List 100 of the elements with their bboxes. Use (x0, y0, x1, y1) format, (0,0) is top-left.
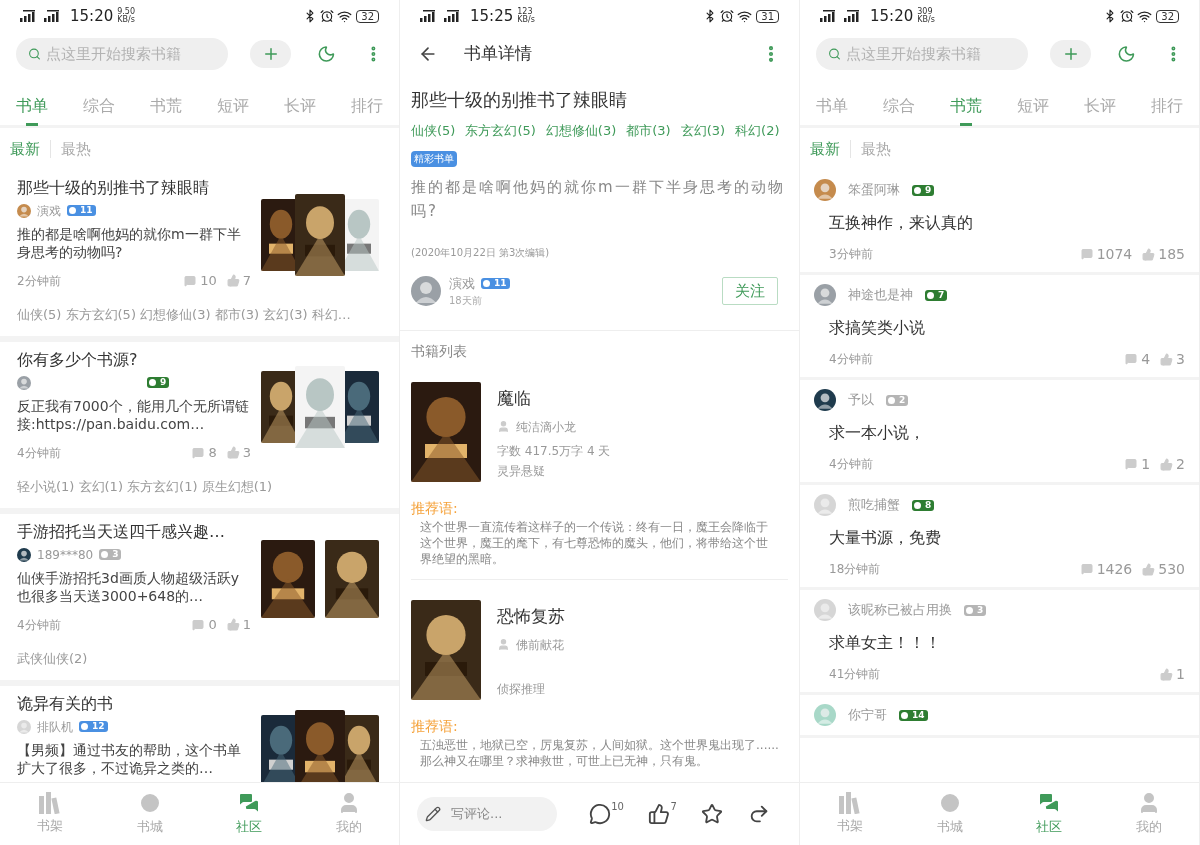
comment-icon (192, 446, 205, 459)
wifi-icon (1137, 8, 1153, 24)
night-mode-icon[interactable] (1117, 44, 1137, 64)
request-text[interactable]: 求一本小说， (814, 422, 1185, 444)
category-tab[interactable]: 书单 (816, 90, 848, 122)
post-body: 仙侠手游招托3d画质人物超级活跃y也很多当天送3000+648的… (17, 569, 241, 605)
post-time: 18分钟前 (829, 561, 881, 578)
tag-list: 武侠仙侠(2) (17, 648, 382, 668)
genre-tag[interactable]: 仙侠(5) (411, 121, 456, 141)
nav-tab[interactable]: 书架 (800, 783, 900, 845)
alarm-icon (1120, 9, 1135, 23)
comment-bar[interactable]: 写评论... (417, 797, 557, 831)
speed-unit: KB/s (917, 16, 935, 24)
follow-button[interactable]: 关注 (722, 276, 778, 305)
search-input[interactable]: 点这里开始搜索书籍 (846, 42, 1016, 66)
level-badge: 3 (964, 604, 987, 616)
author-name: 演戏 (37, 203, 61, 220)
add-button[interactable] (1050, 40, 1092, 68)
level-badge: 7 (925, 289, 948, 301)
like-count: 2 (1176, 454, 1185, 474)
nav-tab[interactable]: 书城 (99, 783, 200, 845)
sort-tab[interactable]: 最新 (10, 137, 40, 161)
comment-icon (1080, 563, 1093, 575)
network-speed: 9.50 (117, 8, 136, 16)
edit-note: (2020年10月22日 第3次编辑) (411, 245, 551, 260)
level-badge: 14 (899, 709, 928, 721)
category-tab[interactable]: 书荒 (150, 90, 182, 122)
genre-tag[interactable]: 科幻(2) (735, 121, 780, 141)
like-count: 530 (1158, 559, 1185, 579)
bookshelf-icon (837, 792, 862, 815)
book-author: 佛前献花 (516, 636, 564, 654)
search-input[interactable]: 点这里开始搜索书籍 (46, 42, 216, 66)
genre-tag[interactable]: 都市(3) (626, 121, 671, 141)
author-name: 排队机 (37, 719, 73, 736)
like-icon (226, 618, 240, 632)
post-title[interactable]: 手游招托当天送四千感兴趣… (17, 520, 251, 544)
booklist-description: 推的都是啥啊他妈的就你m一群下半身思考的动物吗? (411, 176, 786, 222)
book-genre: 灵异悬疑 (497, 462, 546, 480)
favorite-icon[interactable] (701, 803, 724, 825)
genre-tag[interactable]: 东方玄幻(5) (465, 121, 536, 141)
author-name: 煎吃捕蟹 (848, 496, 900, 515)
book-title[interactable]: 魔临 (497, 386, 611, 412)
request-text[interactable]: 大量书源，免费 (814, 527, 1185, 549)
author-icon (497, 420, 510, 433)
user-avatar (814, 599, 836, 621)
nav-tab[interactable]: 书城 (899, 783, 1000, 845)
user-avatar (411, 275, 441, 306)
book-title[interactable]: 恐怖复苏 (497, 604, 565, 630)
level-badge: 9 (912, 184, 935, 196)
level-badge: 9 (147, 377, 170, 388)
level-badge: 11 (67, 205, 96, 216)
sort-tab[interactable]: 最热 (61, 137, 91, 161)
sort-tab[interactable]: 最热 (861, 137, 891, 161)
category-tab[interactable]: 短评 (217, 90, 249, 122)
post-time: 4分钟前 (17, 616, 61, 634)
category-tab[interactable]: 短评 (1017, 90, 1049, 122)
nav-tab[interactable]: 社区 (199, 783, 300, 845)
comment-input[interactable]: 写评论... (451, 804, 541, 824)
like-icon (1160, 457, 1174, 471)
category-tab[interactable]: 排行 (1151, 90, 1183, 122)
post-body: 推的都是啥啊他妈的就你m一群下半身思考的动物吗? (17, 225, 242, 261)
comment-icon (1125, 458, 1138, 470)
user-avatar (814, 389, 836, 411)
like-count: 3 (242, 444, 251, 462)
category-tab[interactable]: 长评 (284, 90, 316, 122)
tag-list: 轻小说(1) 玄幻(1) 东方玄幻(1) 原生幻想(1) (17, 476, 382, 496)
recommend-text: 五浊恶世，地狱已空，厉鬼复苏，人间如狱。这个世界鬼出现了......那么神又在哪里？求神救世，可世上已无神，只有鬼。 (419, 737, 780, 769)
post-title[interactable]: 你有多少个书源? (17, 348, 251, 372)
search-icon (828, 46, 841, 62)
nav-tab[interactable]: 我的 (1099, 783, 1199, 845)
post-body: 【男频】通过书友的帮助，这个书单扩大了很多，不过诡异之类的… (17, 741, 242, 777)
tag-list: 仙侠(5) 东方玄幻(5) 幻想修仙(3) 都市(3) 玄幻(3) 科幻… (17, 304, 382, 324)
search-bar[interactable]: 点这里开始搜索书籍 (16, 38, 228, 70)
post-time: 4分钟前 (17, 444, 61, 462)
post-title[interactable]: 那些十级的别推书了辣眼睛 (17, 176, 251, 200)
nav-tab[interactable]: 书架 (0, 783, 100, 845)
genre-tag[interactable]: 玄幻(3) (680, 121, 726, 141)
post-title[interactable]: 诡异有关的书 (17, 692, 251, 716)
recommend-text: 这个世界一直流传着这样子的一个传说：终有一日，魔王会降临于这个世界，魔王的麾下，有七尊恐怖的魔头，他们，将带给这个世界绝望的黑暗。 (419, 519, 769, 567)
add-button[interactable] (250, 40, 292, 68)
category-tab[interactable]: 综合 (83, 90, 115, 122)
featured-badge: 精彩书单 (411, 150, 457, 167)
nav-tab[interactable]: 社区 (999, 783, 1100, 845)
search-bar[interactable]: 点这里开始搜索书籍 (816, 38, 1028, 70)
category-tab[interactable]: 长评 (1084, 90, 1116, 122)
request-text[interactable]: 求搞笑类小说 (814, 317, 1185, 339)
request-text[interactable]: 求单女主！！！ (814, 632, 1185, 654)
night-mode-icon[interactable] (317, 44, 337, 64)
category-tab[interactable]: 综合 (883, 90, 915, 122)
alarm-icon (320, 9, 335, 23)
like-icon (1160, 667, 1174, 681)
battery-indicator: 32 (356, 9, 379, 23)
sort-tab[interactable]: 最新 (810, 137, 840, 161)
category-tab[interactable]: 排行 (351, 90, 383, 122)
request-text[interactable]: 互换神作，来认真的 (814, 212, 1185, 234)
like-count: 1 (242, 616, 251, 634)
nav-tab[interactable]: 我的 (299, 783, 399, 845)
genre-tag[interactable]: 幻想修仙(3) (545, 121, 617, 141)
comment-count: 8 (208, 444, 217, 462)
author-name: 予以 (848, 391, 874, 410)
